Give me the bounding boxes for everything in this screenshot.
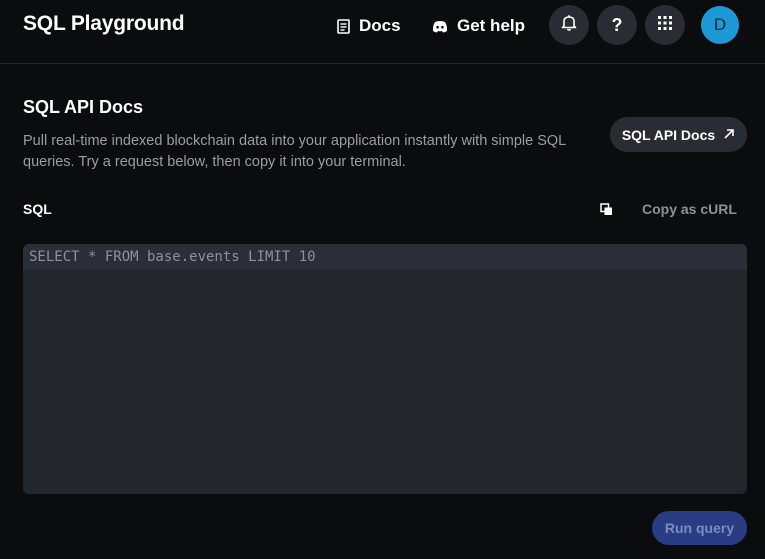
sql-api-docs-label: SQL API Docs — [621, 126, 716, 143]
sql-query-text[interactable]: SELECT * FROM base.events LIMIT 10 — [29, 249, 316, 265]
notifications-button[interactable] — [549, 5, 589, 45]
doc-icon — [337, 18, 350, 34]
copy-icon[interactable] — [600, 203, 613, 221]
copy-as-curl-button[interactable]: Copy as cURL — [642, 201, 737, 217]
section-description: Pull real-time indexed blockchain data i… — [23, 133, 566, 170]
docs-label: Docs — [359, 16, 401, 35]
external-link-icon — [723, 127, 735, 143]
get-help-label: Get help — [457, 16, 526, 35]
discord-icon — [432, 20, 448, 33]
docs-link[interactable]: Docs — [337, 14, 401, 38]
section-title: SQL API Docs — [23, 97, 144, 117]
sql-api-docs-button[interactable]: SQL API Docs — [610, 117, 747, 152]
app-title: SQL Playground — [23, 12, 185, 35]
run-query-button[interactable]: Run query — [652, 511, 747, 545]
avatar[interactable]: D — [701, 6, 739, 44]
sql-editor[interactable]: SELECT * FROM base.events LIMIT 10 — [23, 244, 747, 494]
get-help-link[interactable]: Get help — [432, 14, 525, 38]
apps-menu-button[interactable] — [645, 5, 685, 45]
help-button[interactable]: ? — [597, 5, 637, 45]
grid-icon — [657, 15, 673, 36]
sql-label: SQL — [23, 201, 52, 217]
top-bar: SQL Playground Docs Get help ? D — [0, 0, 765, 64]
question-icon: ? — [611, 14, 623, 35]
bell-icon — [561, 14, 577, 36]
